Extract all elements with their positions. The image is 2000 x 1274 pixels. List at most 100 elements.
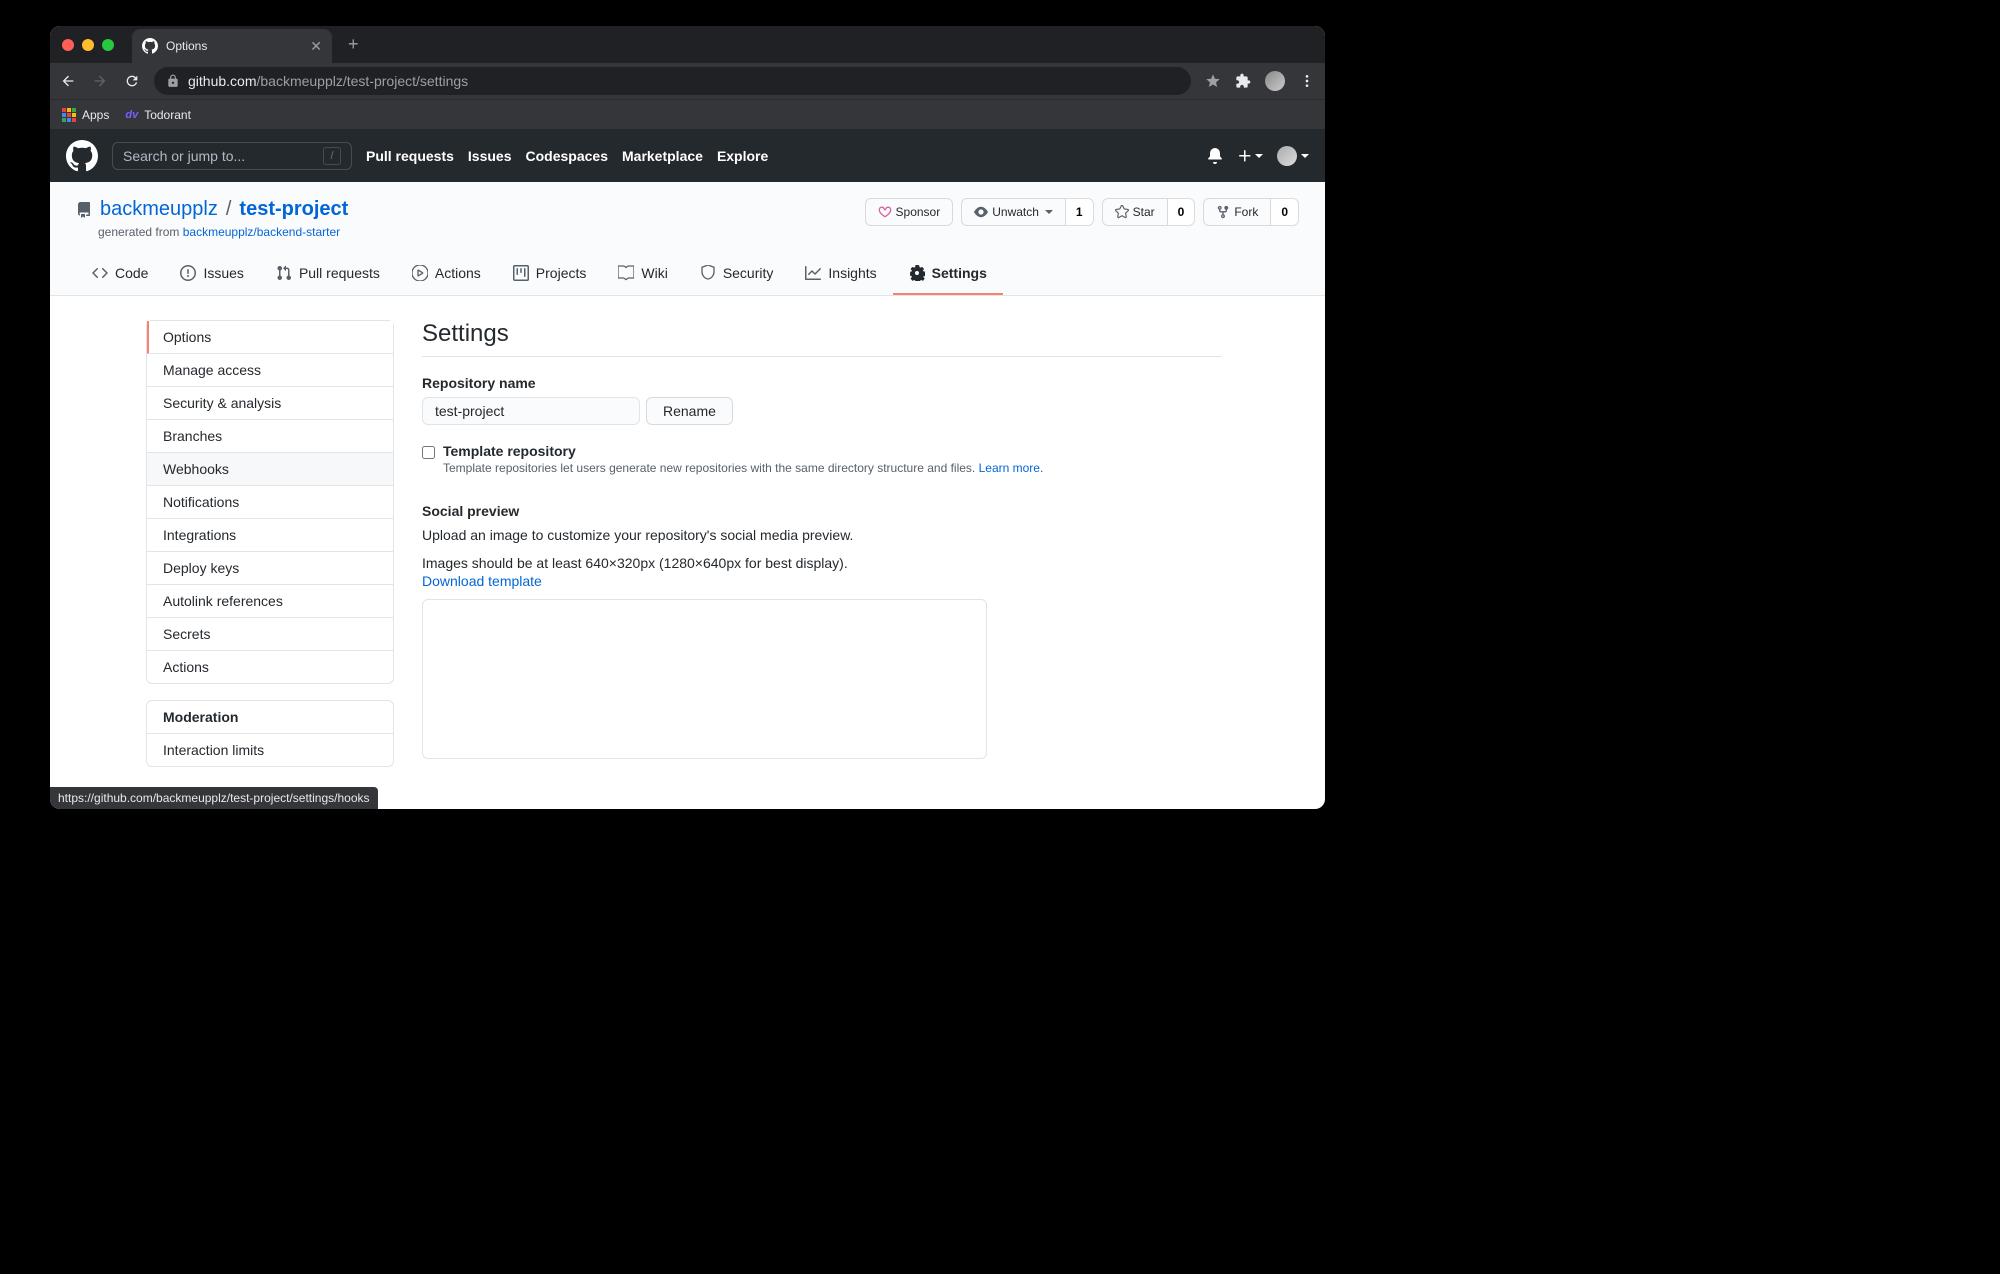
main-content: Options Manage access Security & analysi…: [50, 296, 1325, 783]
tab-wiki[interactable]: Wiki: [602, 257, 683, 295]
bookmark-todorant[interactable]: dv Todorant: [125, 108, 191, 122]
repo-name-input[interactable]: [422, 397, 640, 425]
sidebar-item-notifications[interactable]: Notifications: [147, 486, 393, 519]
sidebar-item-integrations[interactable]: Integrations: [147, 519, 393, 552]
sidebar-item-branches[interactable]: Branches: [147, 420, 393, 453]
minimize-window-button[interactable]: [82, 39, 94, 51]
heart-icon: [878, 205, 892, 219]
issue-icon: [180, 265, 196, 281]
browser-tab[interactable]: Options ✕: [132, 29, 332, 63]
tab-code[interactable]: Code: [76, 257, 164, 295]
chevron-down-icon: [1045, 210, 1053, 214]
reload-icon[interactable]: [124, 73, 140, 89]
repo-header: backmeupplz / test-project generated fro…: [50, 182, 1325, 296]
graph-icon: [805, 265, 821, 281]
header-right: [1207, 146, 1309, 166]
github-logo-icon[interactable]: [66, 140, 98, 172]
sidebar-item-security-analysis[interactable]: Security & analysis: [147, 387, 393, 420]
sidebar-item-interaction-limits[interactable]: Interaction limits: [147, 734, 393, 766]
repo-action-buttons: Sponsor Unwatch 1 Star 0: [865, 198, 1299, 226]
plus-icon: [1237, 148, 1253, 164]
sidebar-item-deploy-keys[interactable]: Deploy keys: [147, 552, 393, 585]
tab-insights[interactable]: Insights: [789, 257, 892, 295]
forward-icon[interactable]: [92, 73, 108, 89]
unwatch-button[interactable]: Unwatch: [961, 198, 1066, 226]
repo-icon: [76, 202, 92, 218]
maximize-window-button[interactable]: [102, 39, 114, 51]
repo-owner-link[interactable]: backmeupplz: [100, 198, 218, 221]
sidebar-item-actions[interactable]: Actions: [147, 651, 393, 683]
github-favicon-icon: [142, 38, 158, 54]
chevron-down-icon: [1301, 154, 1309, 158]
sidebar-item-options[interactable]: Options: [147, 321, 393, 354]
repo-name-link[interactable]: test-project: [239, 198, 348, 221]
bookmark-apps[interactable]: Apps: [62, 108, 109, 122]
fork-icon: [1216, 205, 1230, 219]
nav-buttons: [60, 73, 140, 89]
repo-title: backmeupplz / test-project: [76, 198, 348, 221]
code-icon: [92, 265, 108, 281]
sidebar-item-secrets[interactable]: Secrets: [147, 618, 393, 651]
shield-icon: [700, 265, 716, 281]
social-preview-title: Social preview: [422, 503, 1222, 519]
close-window-button[interactable]: [62, 39, 74, 51]
tab-actions[interactable]: Actions: [396, 257, 497, 295]
github-header: Search or jump to... / Pull requests Iss…: [50, 129, 1325, 182]
apps-grid-icon: [62, 108, 76, 122]
sponsor-button[interactable]: Sponsor: [865, 198, 954, 226]
template-source-link[interactable]: backmeupplz/backend-starter: [183, 225, 340, 239]
sidebar-item-autolink[interactable]: Autolink references: [147, 585, 393, 618]
nav-explore[interactable]: Explore: [717, 148, 768, 164]
menu-dots-icon[interactable]: [1299, 73, 1315, 89]
settings-menu: Options Manage access Security & analysi…: [146, 320, 394, 684]
page-title: Settings: [422, 320, 1222, 357]
template-checkbox[interactable]: [422, 446, 435, 459]
nav-issues[interactable]: Issues: [468, 148, 512, 164]
bookmark-label: Todorant: [144, 108, 191, 122]
new-tab-button[interactable]: +: [340, 30, 367, 59]
extensions-icon[interactable]: [1235, 73, 1251, 89]
user-menu[interactable]: [1277, 146, 1309, 166]
tab-title: Options: [166, 39, 302, 53]
project-icon: [513, 265, 529, 281]
star-icon[interactable]: [1205, 73, 1221, 89]
tab-pull-requests[interactable]: Pull requests: [260, 257, 396, 295]
lock-icon: [166, 74, 180, 88]
search-input[interactable]: Search or jump to... /: [112, 142, 352, 170]
back-icon[interactable]: [60, 73, 76, 89]
nav-pull-requests[interactable]: Pull requests: [366, 148, 454, 164]
book-icon: [618, 265, 634, 281]
rename-button[interactable]: Rename: [646, 397, 733, 425]
url-input[interactable]: github.com/backmeupplz/test-project/sett…: [154, 67, 1191, 95]
bell-icon[interactable]: [1207, 148, 1223, 164]
tab-projects[interactable]: Projects: [497, 257, 603, 295]
tab-settings[interactable]: Settings: [893, 257, 1003, 295]
nav-codespaces[interactable]: Codespaces: [526, 148, 608, 164]
watch-count[interactable]: 1: [1066, 198, 1094, 226]
close-tab-icon[interactable]: ✕: [310, 38, 322, 55]
path-separator: /: [226, 198, 232, 221]
download-template-link[interactable]: Download template: [422, 573, 542, 589]
learn-more-link[interactable]: Learn more.: [979, 461, 1044, 475]
star-icon: [1115, 205, 1129, 219]
play-icon: [412, 265, 428, 281]
bookmark-label: Apps: [82, 108, 109, 122]
tab-issues[interactable]: Issues: [164, 257, 259, 295]
social-preview-upload[interactable]: [422, 599, 987, 759]
moderation-heading: Moderation: [147, 701, 393, 734]
star-count[interactable]: 0: [1168, 198, 1196, 226]
star-button[interactable]: Star: [1102, 198, 1168, 226]
fork-count[interactable]: 0: [1271, 198, 1299, 226]
sidebar-item-webhooks[interactable]: Webhooks: [147, 453, 393, 486]
tab-security[interactable]: Security: [684, 257, 790, 295]
create-new-dropdown[interactable]: [1237, 148, 1263, 164]
sidebar-item-manage-access[interactable]: Manage access: [147, 354, 393, 387]
todorant-icon: dv: [125, 109, 138, 121]
nav-marketplace[interactable]: Marketplace: [622, 148, 703, 164]
profile-avatar-icon[interactable]: [1265, 71, 1285, 91]
search-placeholder: Search or jump to...: [123, 148, 245, 164]
fork-button[interactable]: Fork: [1203, 198, 1271, 226]
status-bar: https://github.com/backmeupplz/test-proj…: [50, 787, 378, 809]
template-description: Template repositories let users generate…: [443, 461, 1043, 475]
url-text: github.com/backmeupplz/test-project/sett…: [188, 73, 468, 89]
